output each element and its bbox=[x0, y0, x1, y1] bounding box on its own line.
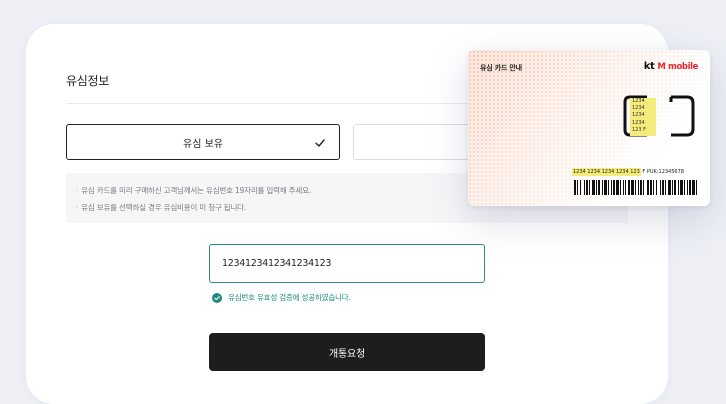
barcode bbox=[574, 180, 697, 195]
sim-owned-label: 유심 보유 bbox=[183, 138, 223, 150]
notice-line: · 유심 카드를 미리 구매하신 고객님께서는 유심번호 19자리를 입력해 주세… bbox=[76, 186, 311, 195]
sim-number-field[interactable] bbox=[209, 244, 485, 283]
validation-text: 유심번호 유효성 검증에 성공하였습니다. bbox=[228, 293, 351, 302]
kt-mmobile-logo: kt M mobile bbox=[643, 61, 699, 72]
sim-purchase-option[interactable] bbox=[353, 124, 483, 160]
check-icon bbox=[315, 139, 325, 147]
sim-card-guide: 유심 카드 안내 kt M mobile 1234 1234 1234 1234 … bbox=[468, 50, 710, 206]
section-title: 유심정보 bbox=[66, 74, 109, 88]
sim-number-input[interactable] bbox=[210, 245, 484, 282]
sim-serial-number: 1234 1234 1234 1234 123 F PUK:12345678 bbox=[572, 168, 684, 176]
check-circle-icon bbox=[212, 292, 222, 303]
notice-line: · 유심 보유를 선택하실 경우 유심비용이 미 청구 됩니다. bbox=[76, 203, 247, 212]
chip-numbers: 1234 1234 1234 1234 123 F bbox=[630, 98, 656, 136]
sim-owned-option[interactable]: 유심 보유 bbox=[66, 124, 340, 160]
validation-message: 유심번호 유효성 검증에 성공하였습니다. bbox=[212, 292, 351, 303]
activation-request-button[interactable]: 개통요청 bbox=[209, 333, 485, 371]
sim-card-title: 유심 카드 안내 bbox=[480, 64, 522, 72]
